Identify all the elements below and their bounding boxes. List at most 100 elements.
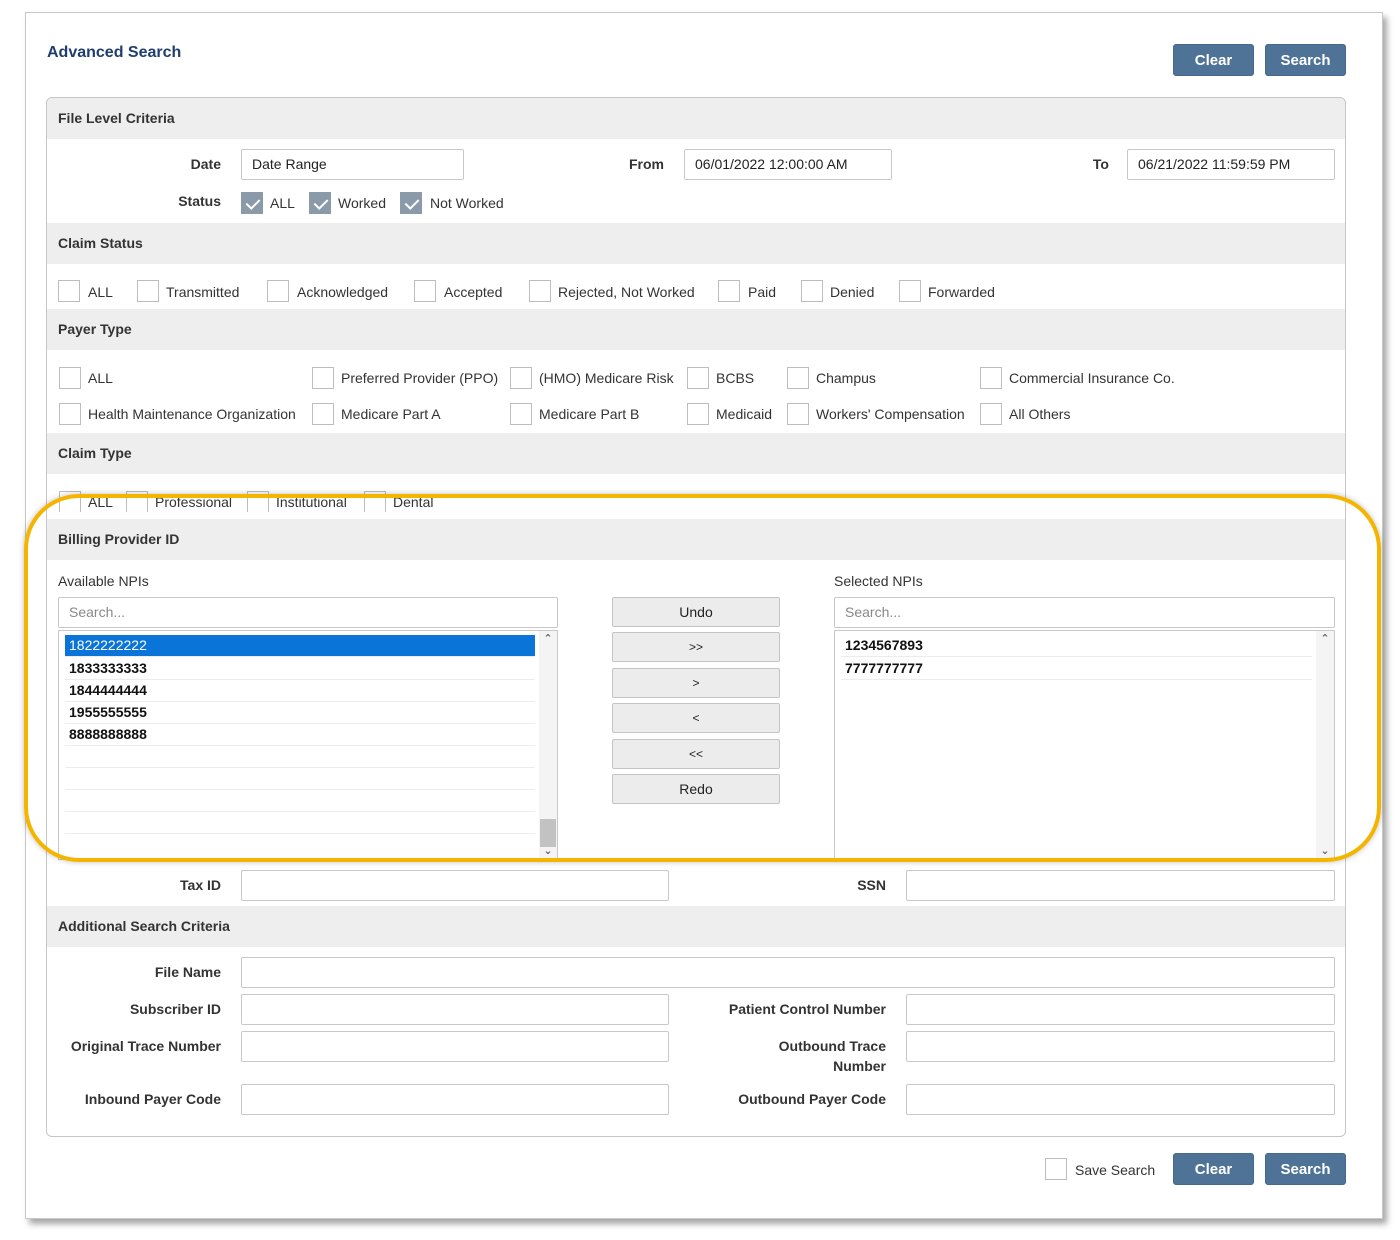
payer-type-label: ALL: [88, 370, 113, 386]
list-item[interactable]: 8888888888: [65, 724, 535, 746]
claim-status-label: Acknowledged: [297, 284, 389, 300]
payer-type-checkbox[interactable]: [787, 367, 809, 389]
status-worked-checkbox[interactable]: [309, 192, 331, 214]
status-not-worked-checkbox[interactable]: [400, 192, 422, 214]
empty-row: [65, 768, 535, 790]
scroll-down-icon[interactable]: ⌄: [543, 846, 553, 857]
outbound-trace-input[interactable]: [906, 1031, 1335, 1062]
payer-type-checkbox[interactable]: [59, 403, 81, 425]
list-item[interactable]: 7777777777: [841, 658, 1312, 680]
claim-type-institutional-checkbox[interactable]: [247, 491, 269, 512]
to-label: To: [1092, 156, 1109, 172]
claim-type-label: Dental: [393, 494, 434, 510]
available-npis-search[interactable]: Search...: [58, 597, 558, 628]
list-item[interactable]: 1844444444: [65, 680, 535, 702]
scroll-up-icon[interactable]: ⌃: [1320, 634, 1330, 645]
payer-type-checkbox[interactable]: [980, 403, 1002, 425]
list-item[interactable]: 1833333333: [65, 658, 535, 680]
from-date-input[interactable]: 06/01/2022 12:00:00 AM: [684, 149, 892, 180]
payer-type-label: Preferred Provider (PPO): [341, 370, 499, 386]
footer-search-button[interactable]: Search: [1265, 1153, 1346, 1185]
empty-row: [65, 790, 535, 812]
available-scrollbar[interactable]: ⌃ ⌄: [539, 631, 557, 859]
file-name-input[interactable]: [241, 957, 1335, 988]
payer-type-checkbox[interactable]: [312, 367, 334, 389]
billing-provider-heading: Billing Provider ID: [47, 519, 1345, 560]
undo-button[interactable]: Undo: [612, 597, 780, 627]
move-left-button[interactable]: <: [612, 703, 780, 733]
scroll-thumb[interactable]: [540, 819, 556, 847]
claim-status-denied-checkbox[interactable]: [801, 280, 823, 302]
selected-npis-search[interactable]: Search...: [834, 597, 1335, 628]
tax-id-input[interactable]: [241, 870, 669, 901]
outbound-payer-input[interactable]: [906, 1084, 1335, 1115]
patient-control-label: Patient Control Number: [728, 1001, 886, 1017]
claim-status-paid-checkbox[interactable]: [718, 280, 740, 302]
claim-type-dental-checkbox[interactable]: [364, 491, 386, 512]
outbound-payer-label: Outbound Payer Code: [738, 1091, 886, 1107]
date-label: Date: [190, 156, 221, 172]
payer-type-checkbox[interactable]: [980, 367, 1002, 389]
payer-type-label: Medicare Part A: [341, 406, 441, 422]
redo-button[interactable]: Redo: [612, 774, 780, 804]
scroll-up-icon[interactable]: ⌃: [543, 634, 553, 645]
list-item[interactable]: 1234567893: [841, 635, 1312, 657]
payer-type-checkbox[interactable]: [687, 367, 709, 389]
claim-type-professional-checkbox[interactable]: [126, 491, 148, 512]
list-item[interactable]: 1822222222: [65, 635, 535, 657]
claim-status-accepted-checkbox[interactable]: [414, 280, 436, 302]
date-select[interactable]: Date Range: [241, 149, 464, 180]
claim-status-label: Rejected, Not Worked: [558, 284, 695, 300]
payer-type-checkbox[interactable]: [312, 403, 334, 425]
move-right-button[interactable]: >: [612, 668, 780, 698]
original-trace-input[interactable]: [241, 1031, 669, 1062]
tax-id-label: Tax ID: [180, 877, 221, 893]
clear-button[interactable]: Clear: [1173, 44, 1254, 76]
move-all-right-button[interactable]: >>: [612, 632, 780, 662]
available-npis-list[interactable]: 1822222222 1833333333 1844444444 1955555…: [58, 630, 558, 860]
payer-type-label: Medicaid: [716, 406, 773, 422]
inbound-payer-input[interactable]: [241, 1084, 669, 1115]
outbound-trace-label-line2: Number: [833, 1058, 886, 1074]
payer-type-label: Health Maintenance Organization: [88, 406, 296, 422]
claim-status-rejected-checkbox[interactable]: [529, 280, 551, 302]
inbound-payer-label: Inbound Payer Code: [84, 1091, 221, 1107]
selected-scrollbar[interactable]: ⌃ ⌄: [1316, 631, 1334, 859]
payer-type-label: Workers' Compensation: [816, 406, 965, 422]
claim-status-label: Transmitted: [166, 284, 240, 300]
available-npis-label: Available NPIs: [58, 573, 149, 589]
subscriber-id-input[interactable]: [241, 994, 669, 1025]
move-all-left-button[interactable]: <<: [612, 739, 780, 769]
patient-control-input[interactable]: [906, 994, 1335, 1025]
claim-type-row: ALL Professional Institutional Dental: [47, 488, 1345, 512]
scroll-down-icon[interactable]: ⌄: [1320, 846, 1330, 857]
subscriber-id-label: Subscriber ID: [129, 1001, 221, 1017]
payer-type-label: Medicare Part B: [539, 406, 640, 422]
payer-type-checkbox[interactable]: [510, 403, 532, 425]
page-title: Advanced Search: [47, 44, 182, 61]
payer-type-checkbox[interactable]: [510, 367, 532, 389]
payer-type-checkbox[interactable]: [787, 403, 809, 425]
ssn-label: SSN: [857, 877, 886, 893]
claim-status-acknowledged-checkbox[interactable]: [267, 280, 289, 302]
selected-npis-list[interactable]: 1234567893 7777777777 ⌃ ⌄: [834, 630, 1335, 860]
file-level-heading: File Level Criteria: [47, 98, 1345, 139]
to-date-input[interactable]: 06/21/2022 11:59:59 PM: [1127, 149, 1335, 180]
ssn-input[interactable]: [906, 870, 1335, 901]
claim-status-all-checkbox[interactable]: [58, 280, 80, 302]
payer-type-checkbox[interactable]: [59, 367, 81, 389]
claim-status-forwarded-checkbox[interactable]: [899, 280, 921, 302]
outbound-trace-label: Outbound Trace: [778, 1038, 886, 1054]
save-search-checkbox[interactable]: [1045, 1158, 1067, 1180]
list-item[interactable]: 1955555555: [65, 702, 535, 724]
search-button[interactable]: Search: [1265, 44, 1346, 76]
claim-status-label: Paid: [748, 284, 777, 300]
claim-type-all-checkbox[interactable]: [59, 491, 81, 512]
payer-type-checkbox[interactable]: [687, 403, 709, 425]
status-label: Status: [178, 193, 221, 209]
claim-status-label: Accepted: [444, 284, 503, 300]
claim-status-transmitted-checkbox[interactable]: [137, 280, 159, 302]
status-worked-label: Worked: [338, 195, 386, 211]
status-all-checkbox[interactable]: [241, 192, 263, 214]
footer-clear-button[interactable]: Clear: [1173, 1153, 1254, 1185]
